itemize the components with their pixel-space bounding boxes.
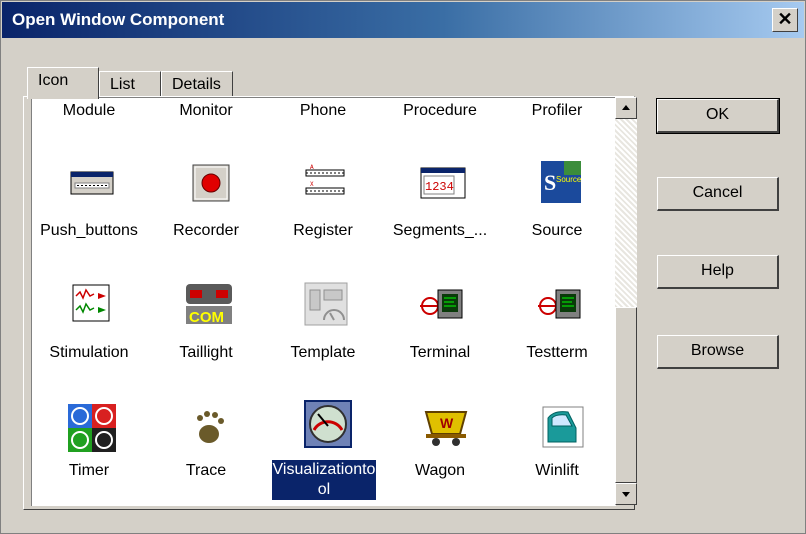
taillight-icon[interactable]: COM (184, 282, 234, 326)
help-button[interactable]: Help (657, 255, 779, 289)
title-bar[interactable]: Open Window Component ✕ (2, 2, 804, 38)
list-item[interactable]: Template (266, 344, 380, 362)
vertical-scrollbar[interactable] (615, 97, 637, 505)
list-item[interactable]: Winlift (500, 462, 614, 480)
list-item[interactable]: Timer (32, 462, 146, 480)
list-item[interactable]: Wagon (383, 462, 497, 480)
segments-icon-text: 1234 (425, 180, 454, 194)
list-item[interactable]: Monitor (149, 102, 263, 120)
svg-text:S: S (544, 170, 556, 195)
svg-text:X: X (310, 181, 314, 188)
testterm-icon[interactable] (538, 286, 584, 324)
trace-icon[interactable] (190, 408, 228, 446)
scroll-down-button[interactable] (615, 483, 637, 505)
tab-icon-label: Icon (38, 72, 69, 89)
dialog-window: Open Window Component ✕ Icon List Detail… (0, 0, 806, 534)
taillight-icon-text: COM (189, 309, 224, 326)
wagon-icon[interactable]: W (424, 406, 468, 448)
winlift-icon[interactable] (542, 406, 584, 448)
list-item[interactable]: Profiler (500, 102, 614, 120)
timer-icon[interactable] (68, 404, 116, 452)
register-icon[interactable]: A X (302, 164, 348, 202)
recorder-icon[interactable] (192, 164, 230, 202)
source-icon[interactable]: S Source (540, 160, 582, 204)
list-item[interactable]: Source (500, 222, 614, 240)
tab-list-label: List (110, 76, 135, 93)
list-item[interactable]: Testterm (500, 344, 614, 362)
push-buttons-icon[interactable] (70, 168, 114, 198)
window-title: Open Window Component (12, 10, 225, 29)
list-item[interactable]: Segments_... (383, 222, 497, 240)
list-item[interactable]: Push_buttons (32, 222, 146, 240)
arrow-down-icon (622, 492, 630, 497)
arrow-up-icon (622, 105, 630, 110)
svg-text:A: A (310, 164, 314, 171)
close-button[interactable]: ✕ (772, 8, 798, 32)
list-item[interactable]: Phone (266, 102, 380, 120)
scroll-thumb[interactable] (615, 307, 637, 483)
scroll-up-button[interactable] (615, 97, 637, 119)
terminal-icon[interactable] (420, 286, 466, 324)
component-list-view[interactable]: Module Monitor Phone Procedure Profiler … (31, 97, 616, 506)
ok-button[interactable]: OK (656, 98, 780, 134)
source-icon-text: Source (556, 175, 582, 184)
tab-icon[interactable]: Icon (27, 67, 99, 99)
segments-icon[interactable]: 1234 (420, 166, 466, 200)
template-icon[interactable] (304, 282, 348, 326)
list-item[interactable]: Taillight (149, 344, 263, 362)
list-item[interactable]: Stimulation (32, 344, 146, 362)
list-item[interactable]: Trace (149, 462, 263, 480)
close-icon: ✕ (777, 9, 793, 29)
list-item[interactable]: Procedure (383, 102, 497, 120)
tab-list[interactable]: List (99, 71, 161, 99)
cancel-button[interactable]: Cancel (657, 177, 779, 211)
tab-details-label: Details (172, 76, 221, 93)
list-item[interactable]: Terminal (383, 344, 497, 362)
list-item[interactable]: Recorder (149, 222, 263, 240)
list-item[interactable]: Module (32, 102, 146, 120)
visualization-tool-icon[interactable] (304, 400, 352, 448)
browse-button[interactable]: Browse (657, 335, 779, 369)
stimulation-icon[interactable] (72, 284, 110, 322)
list-item[interactable]: Register (266, 222, 380, 240)
wagon-icon-text: W (440, 415, 454, 431)
tab-details[interactable]: Details (161, 71, 233, 99)
list-item-selected[interactable]: Visualizationto ol (272, 460, 376, 500)
